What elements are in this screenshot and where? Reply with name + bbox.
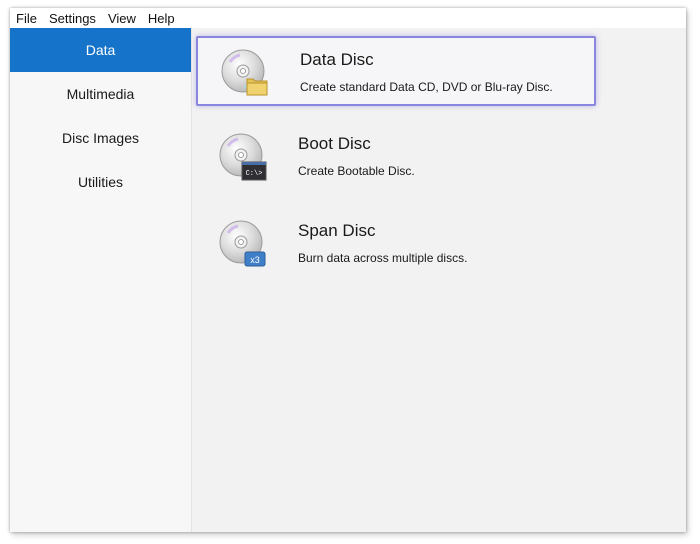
multi-badge-text: x3 (250, 255, 260, 265)
sidebar-item-data[interactable]: Data (10, 28, 191, 72)
app-window: File Settings View Help Data Multimedia … (10, 8, 686, 532)
menu-bar: File Settings View Help (10, 8, 686, 28)
option-span-disc[interactable]: x3 Span Disc Burn data across multiple d… (196, 209, 596, 279)
sidebar-item-label: Disc Images (61, 130, 140, 146)
sidebar-item-multimedia[interactable]: Multimedia (10, 72, 191, 116)
menu-file[interactable]: File (10, 11, 43, 26)
option-boot-disc[interactable]: C:\> Boot Disc Create Bootable Disc. (196, 122, 596, 192)
sidebar-item-label: Utilities (77, 174, 124, 190)
menu-settings[interactable]: Settings (43, 11, 102, 26)
option-title: Data Disc (300, 50, 374, 69)
sidebar-item-label: Multimedia (66, 86, 135, 102)
terminal-badge-text: C:\> (246, 170, 263, 178)
sidebar-item-disc-images[interactable]: Disc Images (10, 116, 191, 160)
sidebar: Data Multimedia Disc Images Utilities (10, 28, 191, 532)
sidebar-item-utilities[interactable]: Utilities (10, 160, 191, 204)
menu-view[interactable]: View (102, 11, 142, 26)
option-description: Create Bootable Disc. (298, 164, 415, 178)
option-title: Span Disc (298, 221, 376, 240)
option-data-disc[interactable]: Data Disc Create standard Data CD, DVD o… (196, 36, 596, 106)
disc-multi-icon: x3 (218, 219, 268, 269)
disc-folder-icon (220, 48, 270, 98)
menu-help[interactable]: Help (142, 11, 181, 26)
disc-terminal-icon: C:\> (218, 132, 268, 182)
sidebar-item-label: Data (85, 42, 116, 58)
main-panel: Data Disc Create standard Data CD, DVD o… (192, 28, 686, 532)
option-title: Boot Disc (298, 134, 371, 153)
option-description: Burn data across multiple discs. (298, 251, 468, 265)
option-description: Create standard Data CD, DVD or Blu-ray … (300, 80, 553, 94)
